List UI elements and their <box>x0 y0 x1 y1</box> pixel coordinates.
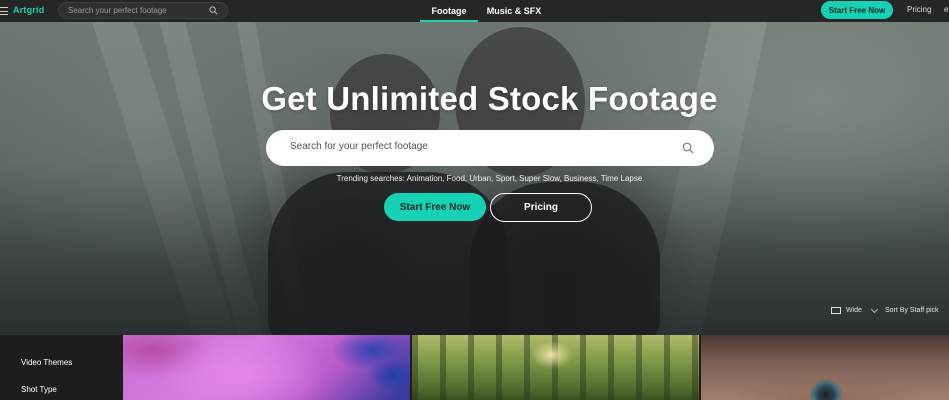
hero-search-placeholder: Search for your perfect footage <box>290 141 428 152</box>
search-icon[interactable] <box>209 6 218 15</box>
view-label: Wide <box>846 307 862 314</box>
artgrid-logo[interactable]: Artgrid <box>13 5 44 15</box>
tab-footage[interactable]: Footage <box>420 0 478 22</box>
top-navbar: Artgrid Search your perfect footage Foot… <box>0 0 949 22</box>
hero-search-input[interactable]: Search for your perfect footage <box>266 130 714 166</box>
sidebar-item-video-themes[interactable]: Video Themes <box>21 358 72 367</box>
hero-start-free-button[interactable]: Start Free Now <box>384 193 486 221</box>
nav-truncated-item[interactable]: e <box>944 5 948 14</box>
nav-search-placeholder: Search your perfect footage <box>68 6 167 15</box>
hero-banner: Get Unlimited Stock Footage Search for y… <box>0 22 949 335</box>
menu-icon[interactable] <box>0 5 9 17</box>
chevron-down-icon <box>870 305 878 313</box>
wide-view-icon <box>831 307 841 314</box>
footage-thumbnail[interactable] <box>123 335 410 400</box>
hero-title: Get Unlimited Stock Footage <box>261 80 718 117</box>
hero-pricing-button[interactable]: Pricing <box>490 193 592 222</box>
footage-thumbnail[interactable] <box>412 335 699 400</box>
view-toggle[interactable]: Wide <box>831 305 887 314</box>
trending-searches[interactable]: Trending searches: Animation, Food, Urba… <box>0 174 949 183</box>
footage-thumbnail[interactable] <box>701 335 949 400</box>
nav-search-input[interactable]: Search your perfect footage <box>58 2 228 19</box>
nav-start-free-button[interactable]: Start Free Now <box>821 1 893 19</box>
filter-sidebar: Video Themes Shot Type <box>0 335 123 400</box>
sidebar-item-shot-type[interactable]: Shot Type <box>21 385 57 394</box>
nav-pricing-link[interactable]: Pricing <box>907 5 931 14</box>
tab-music-sfx[interactable]: Music & SFX <box>486 0 542 22</box>
search-icon[interactable] <box>682 142 694 154</box>
sort-dropdown[interactable]: Sort By Staff pick <box>885 307 939 314</box>
